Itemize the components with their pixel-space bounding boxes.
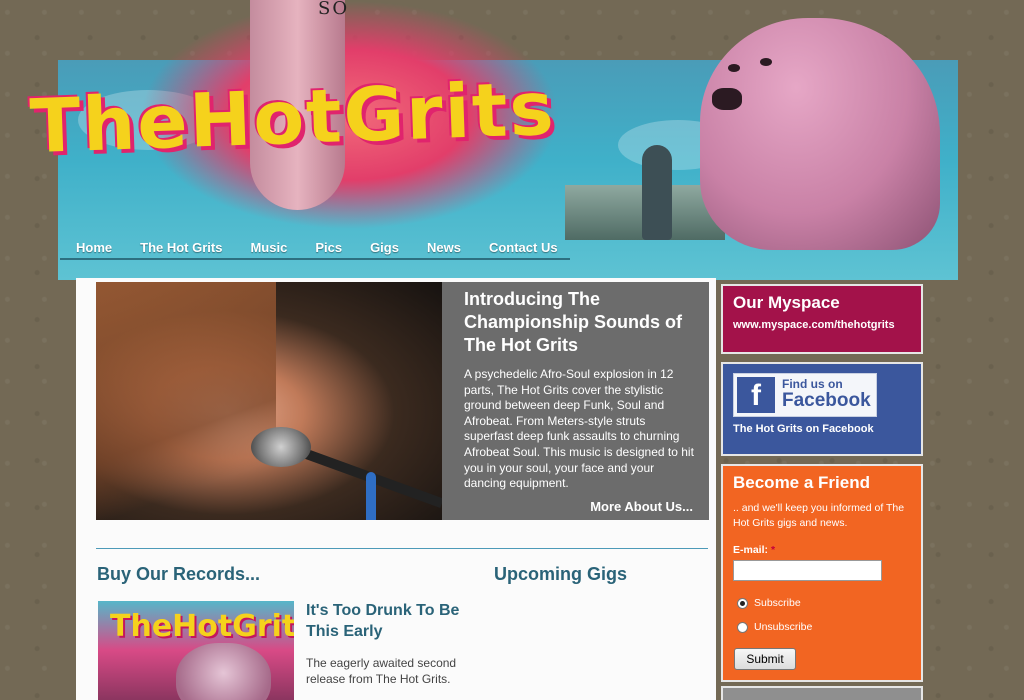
subscribe-label: Subscribe	[754, 597, 801, 609]
record-title-link[interactable]: It's Too Drunk To Be This Early	[306, 600, 466, 642]
sidebar-next-box	[723, 688, 921, 700]
facebook-badge-find: Find us on	[782, 377, 843, 391]
banner-figure-image	[642, 145, 672, 240]
dog-nose	[712, 88, 742, 110]
records-heading: Buy Our Records...	[97, 564, 261, 584]
photo-hair	[96, 282, 276, 520]
photo-microphone	[251, 427, 311, 467]
album-logo: TheHotGrits	[110, 609, 294, 644]
email-field[interactable]	[733, 560, 882, 581]
subscribe-radio[interactable]	[737, 597, 748, 609]
main-nav: Home The Hot Grits Music Pics Gigs News …	[60, 234, 570, 260]
banner-dog-image	[700, 18, 940, 250]
facebook-link[interactable]: The Hot Grits on Facebook	[733, 423, 874, 435]
more-about-us-link[interactable]: More About Us...	[590, 499, 693, 514]
myspace-title: Our Myspace	[733, 293, 840, 312]
album-dog-image	[176, 643, 271, 700]
nav-contact-us[interactable]: Contact Us	[472, 234, 570, 260]
site-logo[interactable]: TheHotGrits	[29, 66, 557, 170]
become-friend-box: Become a Friend .. and we'll keep you in…	[723, 466, 921, 680]
facebook-box: f Find us on Facebook The Hot Grits on F…	[723, 364, 921, 454]
required-mark: *	[770, 544, 776, 556]
photo-mic-cable	[366, 472, 376, 520]
gigs-heading: Upcoming Gigs	[494, 564, 628, 584]
submit-button[interactable]: Submit	[734, 648, 796, 670]
nav-the-hot-grits[interactable]: The Hot Grits	[124, 234, 235, 260]
myspace-box: Our Myspace www.myspace.com/thehotgrits	[723, 286, 921, 352]
finger-tattoo: SO	[318, 0, 350, 19]
dog-eye	[728, 64, 740, 72]
nav-pics[interactable]: Pics	[299, 234, 355, 260]
email-label: E-mail: *	[733, 544, 775, 556]
nav-gigs[interactable]: Gigs	[354, 234, 411, 260]
unsubscribe-label: Unsubscribe	[754, 621, 813, 633]
unsubscribe-radio[interactable]	[737, 621, 748, 633]
feature-title: Introducing The Championship Sounds of T…	[464, 289, 682, 355]
facebook-badge-name: Facebook	[782, 390, 871, 411]
feature-body: A psychedelic Afro-Soul explosion in 12 …	[464, 367, 694, 491]
friend-description: .. and we'll keep you informed of The Ho…	[733, 502, 905, 529]
subscribe-option[interactable]: Subscribe	[737, 597, 801, 609]
section-divider	[96, 548, 708, 549]
unsubscribe-option[interactable]: Unsubscribe	[737, 621, 812, 633]
email-label-text: E-mail:	[733, 544, 769, 556]
myspace-link[interactable]: www.myspace.com/thehotgrits	[733, 319, 895, 331]
record-description: The eagerly awaited second release from …	[306, 656, 457, 686]
facebook-badge[interactable]: f Find us on Facebook	[733, 373, 877, 417]
nav-news[interactable]: News	[410, 234, 473, 260]
nav-home[interactable]: Home	[60, 234, 125, 260]
nav-music[interactable]: Music	[234, 234, 300, 260]
dog-eye	[760, 58, 772, 66]
feature-photo	[96, 282, 442, 520]
album-cover[interactable]: TheHotGrits	[98, 601, 294, 700]
facebook-icon: f	[737, 377, 775, 413]
friend-title: Become a Friend	[733, 473, 870, 492]
